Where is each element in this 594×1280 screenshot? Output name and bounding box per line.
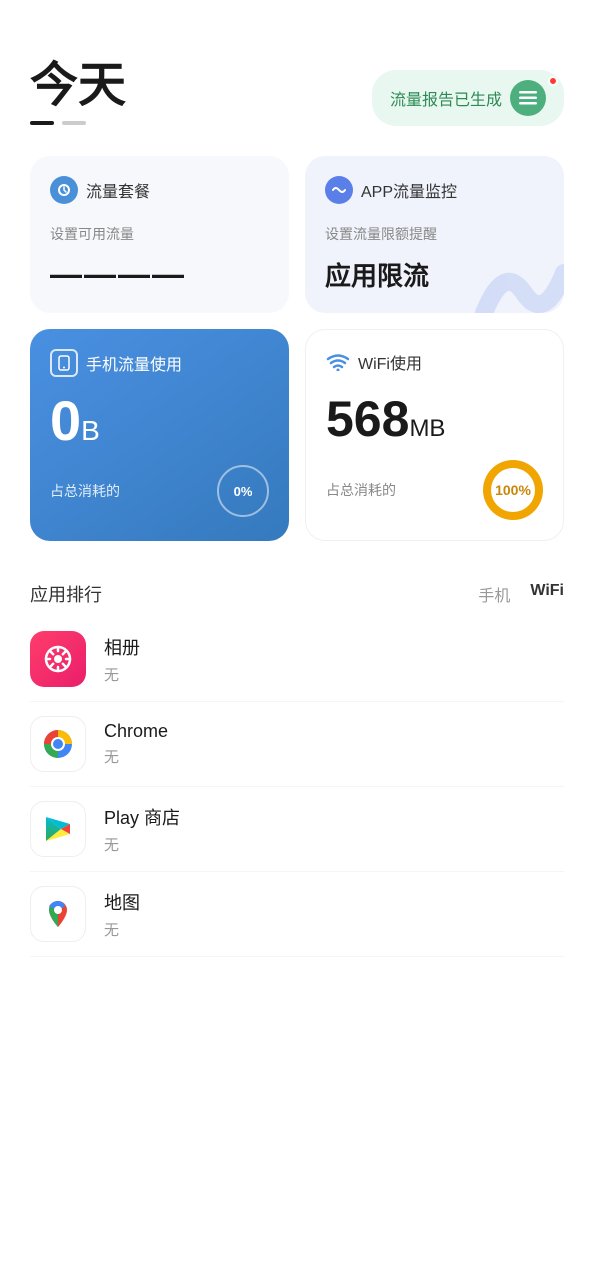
chrome-icon — [30, 716, 86, 772]
mobile-usage-value: 0B — [50, 393, 269, 449]
app-monitor-subtitle: 设置流量限额提醒 — [325, 224, 544, 244]
flow-package-card[interactable]: 流量套餐 设置可用流量 ———— — [30, 156, 289, 313]
wifi-percent-circle: 100% — [483, 460, 543, 520]
mobile-usage-title: 手机流量使用 — [86, 351, 182, 375]
tab-wifi[interactable]: WiFi — [530, 582, 564, 606]
app-monitor-card[interactable]: APP流量监控 设置流量限额提醒 应用限流 — [305, 156, 564, 313]
album-usage: 无 — [104, 664, 140, 685]
app-monitor-icon — [325, 176, 353, 204]
wifi-footer-label: 占总消耗的 — [326, 480, 396, 500]
mobile-usage-header: 手机流量使用 — [50, 349, 269, 377]
maps-info: 地图 无 — [104, 889, 140, 940]
header: 今天 流量报告已生成 — [0, 0, 594, 146]
album-name: 相册 — [104, 634, 140, 660]
wifi-usage-title: WiFi使用 — [358, 350, 422, 374]
report-icon — [510, 80, 546, 116]
chrome-info: Chrome 无 — [104, 721, 168, 767]
maps-name: 地图 — [104, 889, 140, 915]
maps-icon — [30, 886, 86, 942]
chrome-usage: 无 — [104, 746, 168, 767]
cards-grid: 流量套餐 设置可用流量 ———— APP流量监控 设置流量限额提醒 应用限流 — [0, 146, 594, 561]
app-ranking-section: 应用排行 手机 WiFi — [0, 561, 594, 617]
report-button[interactable]: 流量报告已生成 — [372, 70, 564, 126]
app-monitor-header: APP流量监控 — [325, 176, 544, 204]
maps-usage: 无 — [104, 919, 140, 940]
notification-dot — [548, 76, 558, 86]
album-icon — [30, 631, 86, 687]
flow-package-header: 流量套餐 — [50, 176, 269, 204]
mobile-footer-label: 占总消耗的 — [50, 481, 120, 501]
mobile-usage-footer: 占总消耗的 0% — [50, 465, 269, 517]
wifi-icon — [326, 353, 350, 371]
app-item-play[interactable]: Play 商店 无 — [30, 787, 564, 872]
wifi-usage-value: 568MB — [326, 394, 543, 444]
flow-package-icon — [50, 176, 78, 204]
tab-mobile[interactable]: 手机 — [478, 582, 510, 606]
page-title: 今天 — [30, 60, 126, 113]
app-item-chrome[interactable]: Chrome 无 — [30, 702, 564, 787]
chrome-name: Chrome — [104, 721, 168, 742]
play-info: Play 商店 无 — [104, 804, 180, 855]
play-icon — [30, 801, 86, 857]
report-button-text: 流量报告已生成 — [390, 86, 502, 110]
dot-active — [30, 121, 54, 125]
flow-package-value: ———— — [50, 256, 269, 293]
app-list: 相册 无 Chrome 无 — [0, 617, 594, 957]
wifi-usage-card[interactable]: WiFi使用 568MB 占总消耗的 100% — [305, 329, 564, 541]
app-monitor-title: APP流量监控 — [361, 178, 457, 202]
app-item-album[interactable]: 相册 无 — [30, 617, 564, 702]
wifi-usage-header: WiFi使用 — [326, 350, 543, 374]
play-usage: 无 — [104, 834, 180, 855]
flow-package-subtitle: 设置可用流量 — [50, 224, 269, 244]
wave-decoration — [474, 243, 564, 313]
wifi-usage-footer: 占总消耗的 100% — [326, 460, 543, 520]
mobile-percent-circle: 0% — [217, 465, 269, 517]
header-dots — [30, 121, 126, 125]
header-title-section: 今天 — [30, 60, 126, 125]
app-ranking-tabs: 手机 WiFi — [478, 582, 564, 606]
album-info: 相册 无 — [104, 634, 140, 685]
dot-inactive — [62, 121, 86, 125]
mobile-usage-card[interactable]: 手机流量使用 0B 占总消耗的 0% — [30, 329, 289, 541]
app-ranking-title: 应用排行 — [30, 581, 102, 607]
flow-package-title: 流量套餐 — [86, 178, 150, 202]
app-item-maps[interactable]: 地图 无 — [30, 872, 564, 957]
mobile-icon — [50, 349, 78, 377]
play-name: Play 商店 — [104, 804, 180, 830]
